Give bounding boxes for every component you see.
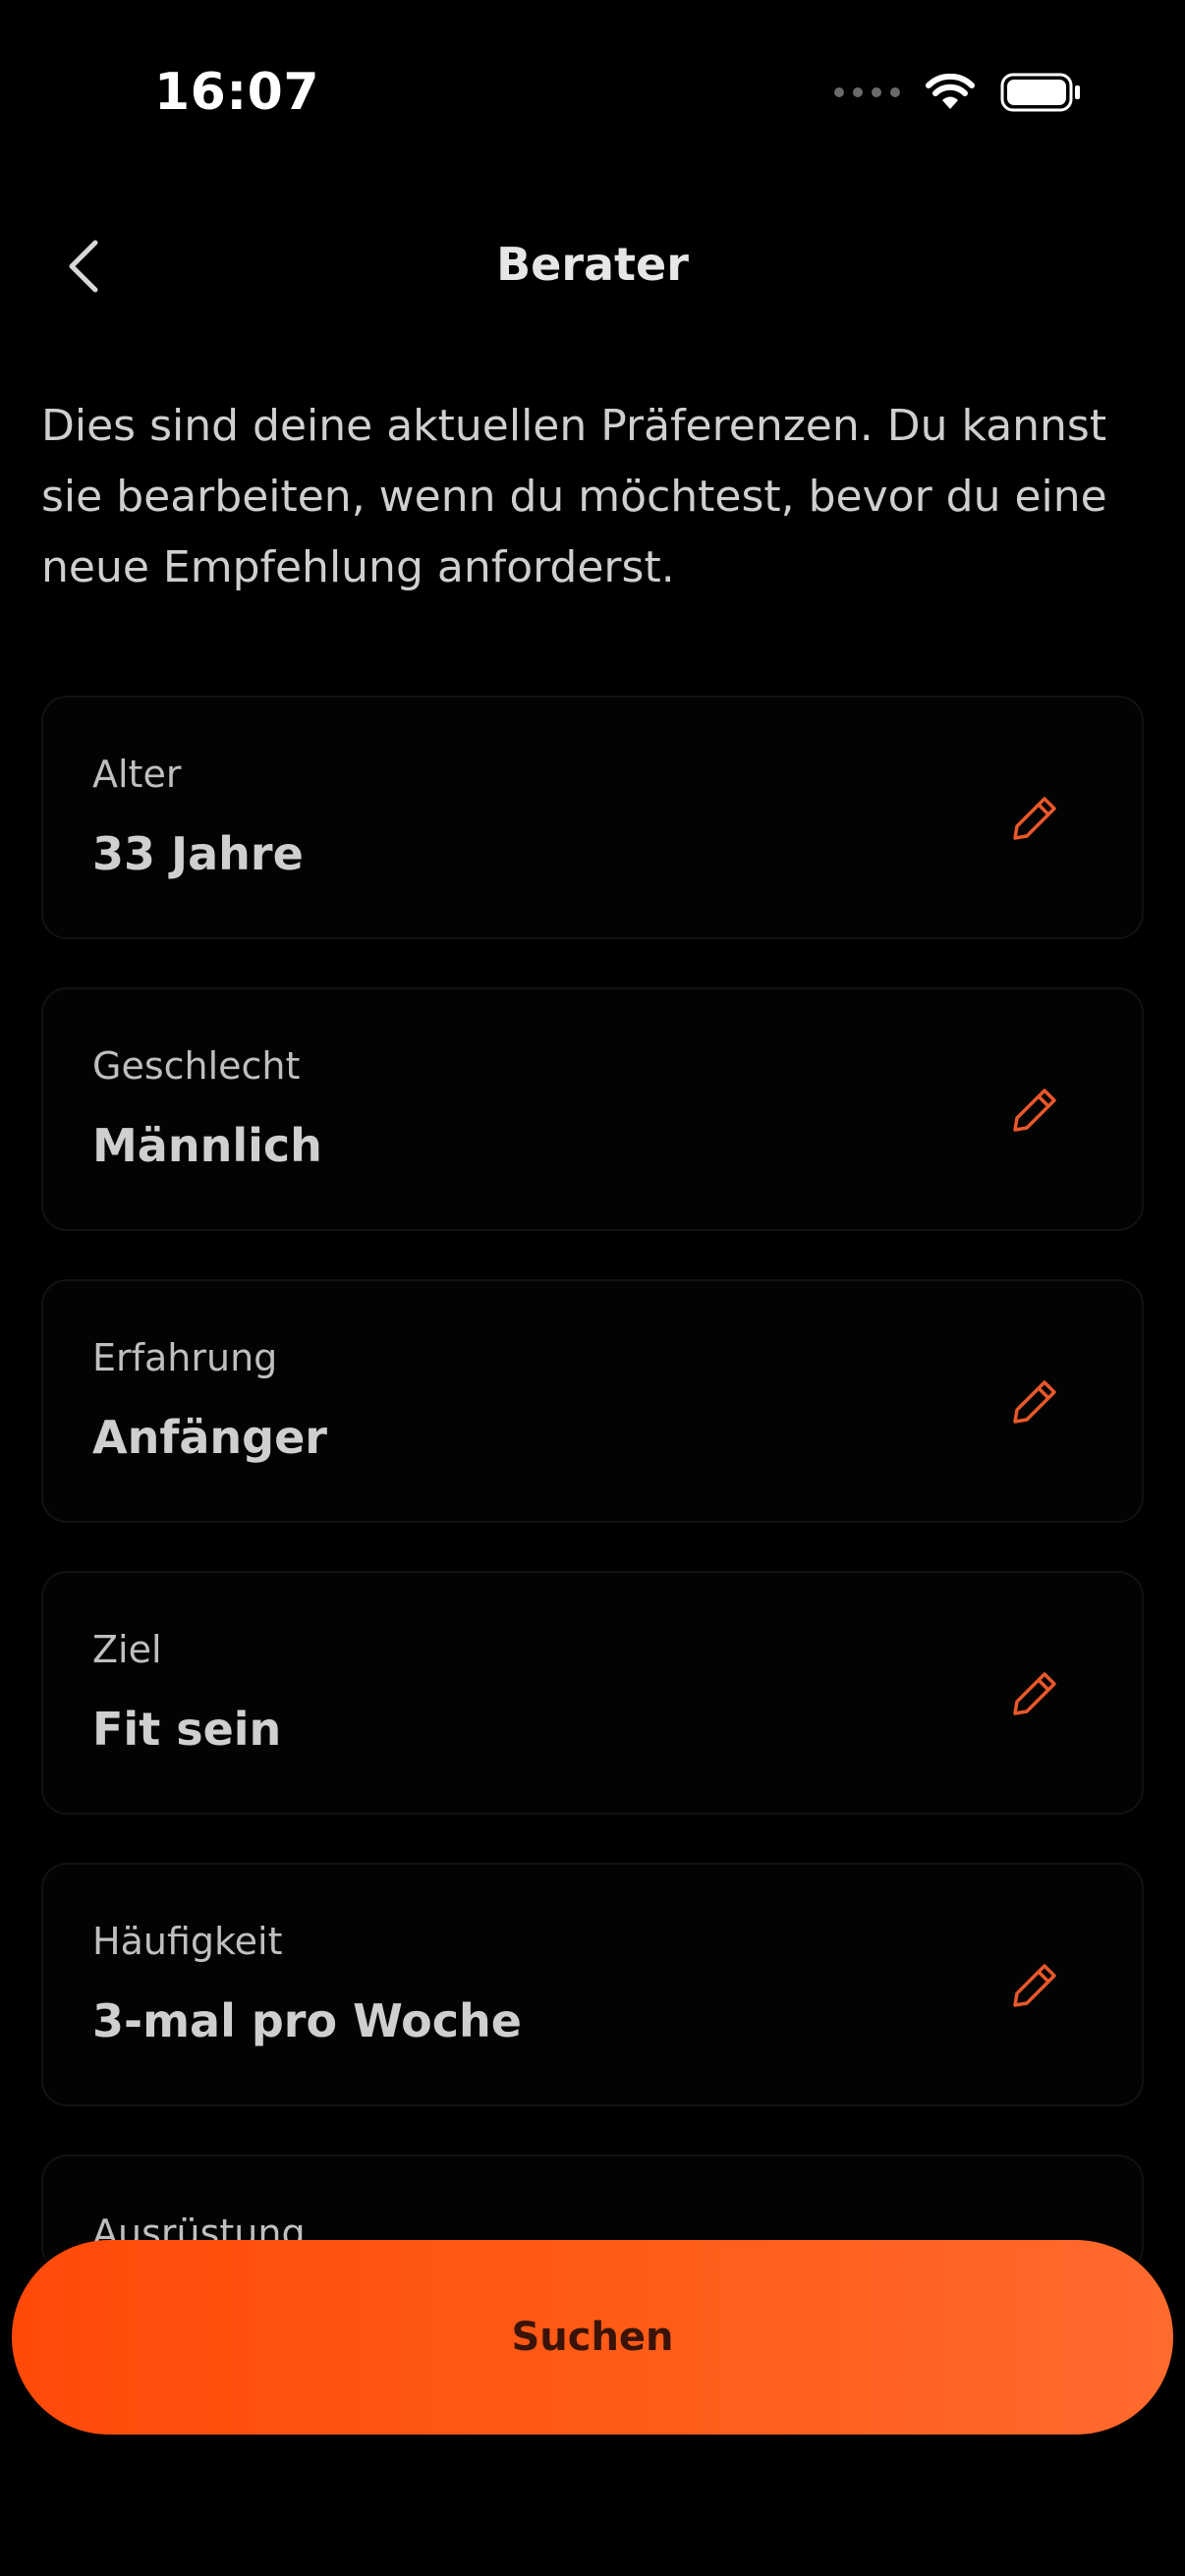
- pencil-icon: [1013, 1380, 1056, 1424]
- status-time: 16:07: [154, 63, 320, 122]
- preference-value: 33 Jahre: [92, 827, 304, 880]
- preference-card-experience: Erfahrung Anfänger: [41, 1279, 1144, 1523]
- advisor-screen: 16:07 Berater Dies sind deine aktuellen …: [0, 0, 1185, 2576]
- preference-value: Anfänger: [92, 1411, 327, 1464]
- cellular-signal-icon: [834, 87, 900, 97]
- preference-value: Fit sein: [92, 1703, 282, 1756]
- edit-experience-button[interactable]: [1006, 1373, 1063, 1430]
- preference-card-frequency: Häufigkeit 3-mal pro Woche: [41, 1863, 1144, 2106]
- pencil-icon: [1013, 1672, 1056, 1715]
- preference-list: Alter 33 Jahre Geschlecht Männlich Erfah…: [41, 696, 1144, 2321]
- nav-bar: Berater: [0, 206, 1185, 324]
- page-title: Berater: [496, 238, 689, 291]
- wifi-icon: [926, 74, 975, 109]
- status-icons: [834, 73, 1081, 112]
- intro-text: Dies sind deine aktuellen Präferenzen. D…: [41, 401, 1107, 592]
- preference-value: 3-mal pro Woche: [92, 1994, 522, 2047]
- status-bar: 16:07: [0, 0, 1185, 187]
- preference-label: Alter: [92, 753, 182, 796]
- edit-gender-button[interactable]: [1006, 1082, 1063, 1139]
- edit-frequency-button[interactable]: [1006, 1957, 1063, 2014]
- pencil-icon: [1013, 797, 1056, 840]
- preference-label: Erfahrung: [92, 1336, 278, 1379]
- preference-value: Männlich: [92, 1119, 322, 1172]
- preference-label: Ziel: [92, 1628, 162, 1671]
- pencil-icon: [1013, 1089, 1056, 1132]
- edit-age-button[interactable]: [1006, 790, 1063, 847]
- preference-label: Häufigkeit: [92, 1920, 283, 1963]
- search-button[interactable]: Suchen: [12, 2240, 1173, 2435]
- preference-card-goal: Ziel Fit sein: [41, 1571, 1144, 1815]
- pencil-icon: [1013, 1964, 1056, 2007]
- preference-label: Geschlecht: [92, 1044, 301, 1088]
- edit-goal-button[interactable]: [1006, 1665, 1063, 1722]
- preference-card-age: Alter 33 Jahre: [41, 696, 1144, 939]
- battery-icon: [1000, 73, 1080, 112]
- preference-card-gender: Geschlecht Männlich: [41, 987, 1144, 1231]
